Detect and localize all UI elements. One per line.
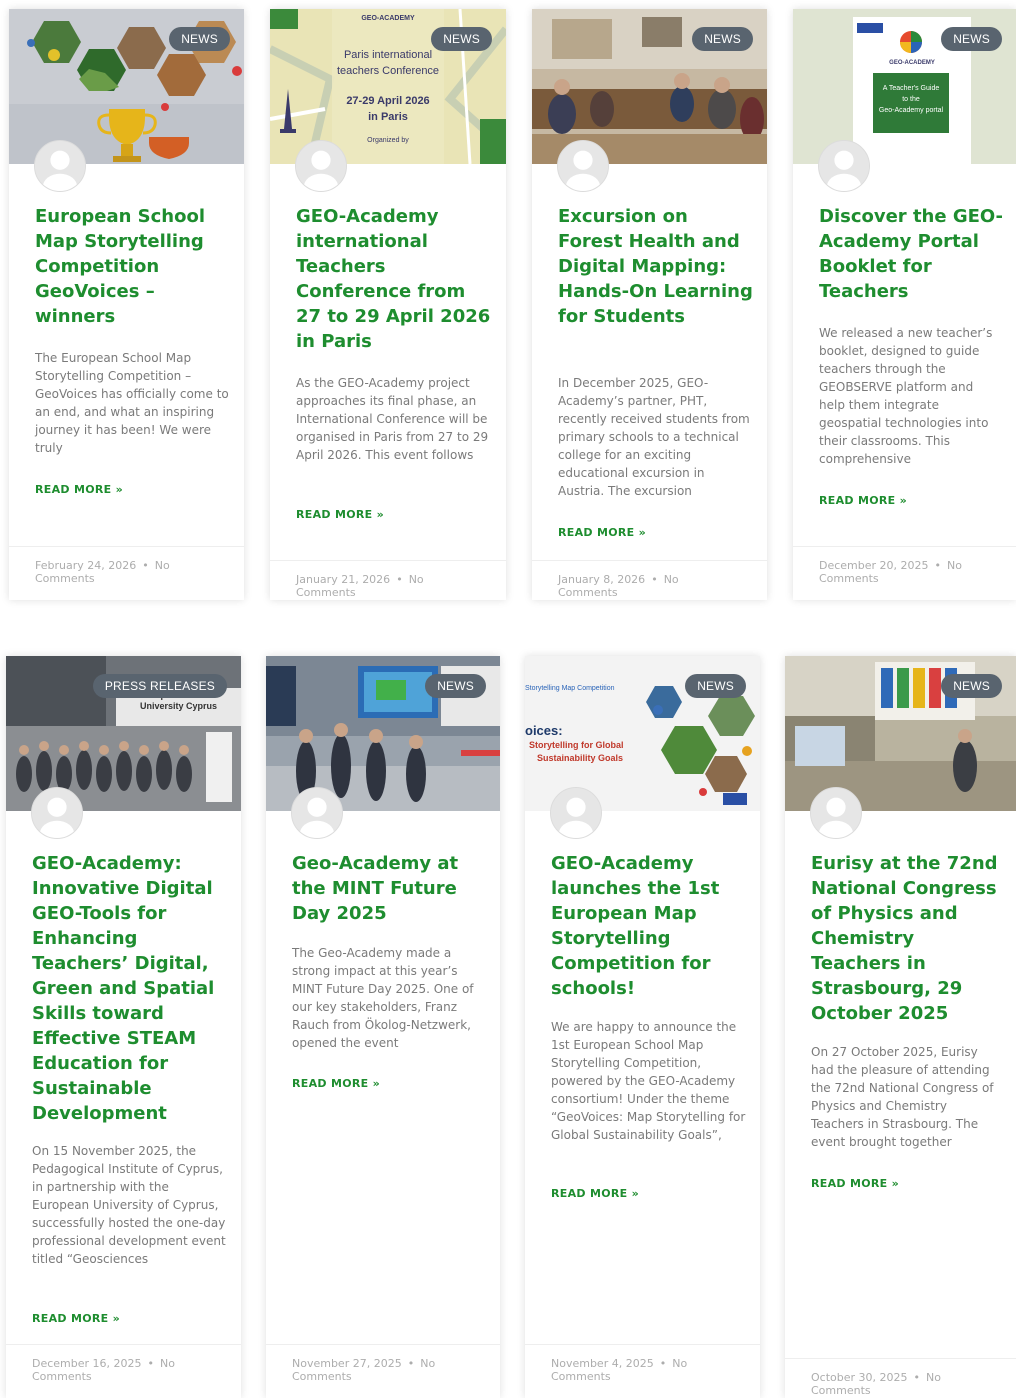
post-title[interactable]: European School Map Storytelling Competi… <box>35 204 232 329</box>
post-card: NEWS European School Map Storytelling Co… <box>9 9 244 600</box>
post-card: NEWS Geo-Academy at the MINT Future Day … <box>266 656 500 1398</box>
read-more-link[interactable]: READ MORE » <box>296 508 384 521</box>
author-avatar[interactable] <box>550 787 602 839</box>
thumb-line2: University Cyprus <box>140 701 218 711</box>
read-more-link[interactable]: READ MORE » <box>32 1312 120 1325</box>
thumb-brand: GEO-ACADEMY <box>889 60 935 66</box>
category-badge[interactable]: NEWS <box>685 674 746 698</box>
thumb-line2: oices: <box>525 723 563 738</box>
post-title[interactable]: GEO-Academy: Innovative Digital GEO-Tool… <box>32 851 229 1126</box>
post-excerpt: As the GEO-Academy project approaches it… <box>296 376 489 462</box>
post-thumbnail[interactable]: GEO-ACADEMY Paris international teachers… <box>270 9 506 164</box>
read-more-link[interactable]: READ MORE » <box>292 1077 380 1090</box>
thumb-brand: GEO-ACADEMY <box>361 15 415 22</box>
post-date: November 27, 2025 <box>292 1357 402 1370</box>
post-date: October 30, 2025 <box>811 1371 908 1384</box>
post-title[interactable]: Geo-Academy at the MINT Future Day 2025 <box>292 851 488 926</box>
post-thumbnail[interactable]: NEWS <box>9 9 244 164</box>
post-meta: November 27, 2025 • No Comments <box>266 1344 500 1398</box>
read-more-link[interactable]: READ MORE » <box>35 483 123 496</box>
thumb-line3: 27-29 April 2026 <box>346 95 430 107</box>
category-badge[interactable]: NEWS <box>169 27 230 51</box>
thumb-line2: teachers Conference <box>336 65 440 77</box>
post-card: European University Cyprus PRESS RELEASE… <box>6 656 241 1398</box>
author-avatar[interactable] <box>291 787 343 839</box>
author-avatar[interactable] <box>31 787 83 839</box>
post-excerpt: On 27 October 2025, Eurisy had the pleas… <box>811 1045 994 1149</box>
post-meta: October 30, 2025 • No Comments <box>785 1358 1016 1398</box>
thumb-line1: A Teacher's Guide <box>882 85 940 92</box>
category-badge[interactable]: PRESS RELEASES <box>92 674 227 698</box>
post-meta: December 16, 2025 • No Comments <box>6 1344 241 1398</box>
post-thumbnail[interactable]: GEO-ACADEMY A Teacher's Guide to the Geo… <box>793 9 1016 164</box>
post-date: December 20, 2025 <box>819 559 929 572</box>
post-excerpt: The Geo-Academy made a strong impact at … <box>292 946 474 1050</box>
post-thumbnail[interactable]: NEWS <box>785 656 1016 811</box>
thumb-line3: Storytelling for Global <box>529 740 624 750</box>
post-thumbnail[interactable]: NEWS <box>266 656 500 811</box>
author-avatar[interactable] <box>34 140 86 192</box>
author-avatar[interactable] <box>295 140 347 192</box>
post-title[interactable]: GEO-Academy launches the 1st European Ma… <box>551 851 748 1001</box>
thumb-line2: to the <box>902 96 920 103</box>
post-date: December 16, 2025 <box>32 1357 142 1370</box>
thumb-line4: in Paris <box>368 111 408 123</box>
post-excerpt: In December 2025, GEO-Academy’s partner,… <box>558 376 750 498</box>
post-card: GEO-ACADEMY A Teacher's Guide to the Geo… <box>793 9 1016 600</box>
post-meta: February 24, 2026 • No Comments <box>9 546 244 600</box>
thumb-line3: Geo-Academy portal <box>878 107 944 114</box>
post-excerpt: We released a new teacher’s booklet, des… <box>819 326 993 466</box>
author-avatar[interactable] <box>557 140 609 192</box>
post-thumbnail[interactable]: Storytelling Map Competition oices: Stor… <box>525 656 760 811</box>
thumb-line5: Organized by <box>367 137 409 144</box>
post-meta: November 4, 2025 • No Comments <box>525 1344 760 1398</box>
post-meta: January 8, 2026 • No Comments <box>532 560 767 600</box>
post-card: NEWS Eurisy at the 72nd National Congres… <box>785 656 1016 1398</box>
post-title[interactable]: Excursion on Forest Health and Digital M… <box>558 204 755 329</box>
read-more-link[interactable]: READ MORE » <box>551 1187 639 1200</box>
post-title[interactable]: Eurisy at the 72nd National Congress of … <box>811 851 1004 1026</box>
post-date: February 24, 2026 <box>35 559 137 572</box>
post-date: January 21, 2026 <box>296 573 391 586</box>
post-excerpt: On 15 November 2025, the Pedagogical Ins… <box>32 1144 226 1266</box>
post-card: Storytelling Map Competition oices: Stor… <box>525 656 760 1398</box>
category-badge[interactable]: NEWS <box>941 674 1002 698</box>
post-meta: January 21, 2026 • No Comments <box>270 560 506 600</box>
author-avatar[interactable] <box>810 787 862 839</box>
post-meta: December 20, 2025 • No Comments <box>793 546 1016 600</box>
category-badge[interactable]: NEWS <box>692 27 753 51</box>
thumb-line4: Sustainability Goals <box>537 753 624 763</box>
post-card: GEO-ACADEMY Paris international teachers… <box>270 9 506 600</box>
read-more-link[interactable]: READ MORE » <box>558 526 646 539</box>
post-date: January 8, 2026 <box>558 573 646 586</box>
thumb-line1: Storytelling Map Competition <box>525 685 615 692</box>
post-thumbnail[interactable]: NEWS <box>532 9 767 164</box>
category-badge[interactable]: NEWS <box>431 27 492 51</box>
post-thumbnail[interactable]: European University Cyprus PRESS RELEASE… <box>6 656 241 811</box>
post-excerpt: We are happy to announce the 1st Europea… <box>551 1020 746 1142</box>
category-badge[interactable]: NEWS <box>941 27 1002 51</box>
author-avatar[interactable] <box>818 140 870 192</box>
read-more-link[interactable]: READ MORE » <box>811 1177 899 1190</box>
post-title[interactable]: Discover the GEO-Academy Portal Booklet … <box>819 204 1004 304</box>
post-title[interactable]: GEO-Academy international Teachers Confe… <box>296 204 494 354</box>
post-date: November 4, 2025 <box>551 1357 654 1370</box>
post-card: NEWS Excursion on Forest Health and Digi… <box>532 9 767 600</box>
read-more-link[interactable]: READ MORE » <box>819 494 907 507</box>
category-badge[interactable]: NEWS <box>425 674 486 698</box>
post-excerpt: The European School Map Storytelling Com… <box>35 351 229 455</box>
